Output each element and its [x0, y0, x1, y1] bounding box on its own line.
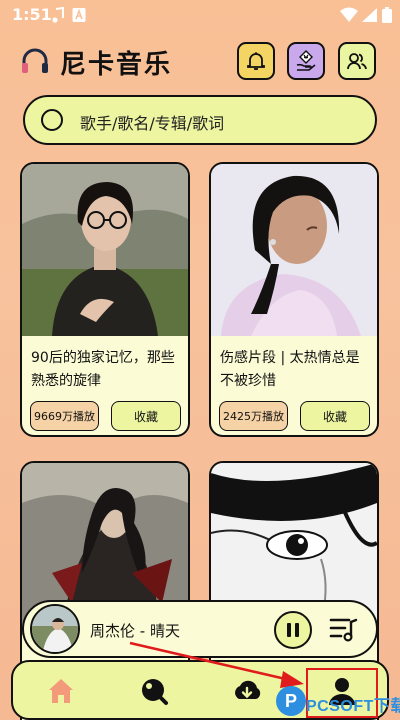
- nav-download[interactable]: [232, 676, 262, 706]
- friends-icon: [347, 53, 367, 70]
- playlist-card[interactable]: 伤感片段 | 太热情总是不被珍惜 2425万播放 收藏: [209, 162, 379, 437]
- playlist-icon[interactable]: [329, 616, 359, 644]
- music-note-icon: [52, 7, 64, 23]
- pause-icon: [287, 623, 299, 637]
- discover-icon: [142, 679, 168, 705]
- playlist-cover-image: [22, 164, 188, 336]
- app-title: 尼卡音乐: [60, 50, 173, 80]
- playlist-title: 90后的独家记忆，那些熟悉的旋律: [31, 350, 175, 389]
- friends-button[interactable]: [338, 42, 376, 80]
- play-count-badge: 9669万播放: [30, 401, 99, 431]
- signal-icon: [362, 8, 377, 22]
- playlist-title: 伤感片段 | 太热情总是不被珍惜: [220, 350, 360, 389]
- watermark-badge: P: [276, 686, 306, 716]
- bell-icon: [247, 52, 265, 70]
- headphones-logo: [22, 48, 48, 73]
- watermark-text: PCSOFT下载: [306, 698, 400, 715]
- nav-discover[interactable]: [139, 676, 169, 706]
- mini-player[interactable]: 周杰伦 - 晴天: [22, 600, 378, 658]
- search-icon: [41, 109, 63, 131]
- notifications-button[interactable]: [237, 42, 275, 80]
- vip-icon: [296, 50, 316, 71]
- download-icon: [235, 680, 261, 699]
- search-bar[interactable]: 歌手/歌名/专辑/歌词: [23, 95, 377, 145]
- wifi-icon: [340, 7, 358, 22]
- home-icon: [49, 679, 73, 703]
- watermark-logo: P PCSOFT下载: [276, 684, 400, 720]
- playlist-cover-image: [211, 164, 377, 336]
- playlist-card[interactable]: 90后的独家记忆，那些熟悉的旋律 9669万播放 收藏: [20, 162, 190, 437]
- collect-button[interactable]: 收藏: [111, 401, 181, 431]
- vip-button[interactable]: [287, 42, 325, 80]
- search-placeholder: 歌手/歌名/专辑/歌词: [80, 114, 225, 133]
- play-count-badge: 2425万播放: [219, 401, 288, 431]
- pause-button[interactable]: [274, 611, 312, 649]
- status-time: 1:51: [12, 5, 52, 24]
- player-album-cover: [30, 604, 80, 654]
- nav-home[interactable]: [46, 676, 76, 706]
- battery-icon: [382, 7, 392, 23]
- status-bar: 1:51: [0, 0, 400, 30]
- now-playing-title: 周杰伦 - 晴天: [90, 622, 180, 640]
- a-badge-icon: [72, 8, 86, 22]
- collect-button[interactable]: 收藏: [300, 401, 370, 431]
